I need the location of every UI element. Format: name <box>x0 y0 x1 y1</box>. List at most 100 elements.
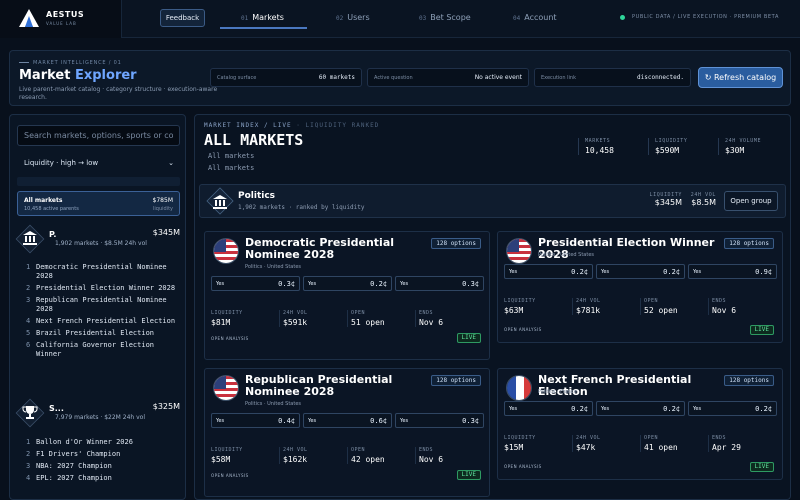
tab-users[interactable]: 02 Users <box>336 13 370 22</box>
market-card[interactable]: Democratic Presidential Nominee 2028 Pol… <box>204 231 490 360</box>
stat-liquidity: LIQUIDITY $590M <box>648 138 688 155</box>
list-item[interactable]: 2 Presidential Election Winner 2028 <box>26 284 176 293</box>
market-title[interactable]: Republican Presidential Nominee 2028 <box>245 374 427 398</box>
yes-price-button[interactable]: Yes 0.2¢ <box>596 264 685 279</box>
group-sub: 1,902 markets · $8.5M 24h vol <box>55 240 147 247</box>
open-analysis-link[interactable]: OPEN ANALYSIS <box>211 336 249 341</box>
status-text: PUBLIC DATA / LIVE EXECUTION · PREMIUM B… <box>632 14 779 20</box>
open-analysis-link[interactable]: OPEN ANALYSIS <box>504 327 542 332</box>
group-name: P. <box>49 230 57 239</box>
yes-label: Yes <box>601 405 610 412</box>
breadcrumb[interactable]: All markets <box>208 164 254 172</box>
yes-price-button[interactable]: Yes 0.4¢ <box>211 413 300 428</box>
stat-value: $15M <box>504 443 524 452</box>
list-item[interactable]: 2 F1 Drivers' Champion <box>26 450 176 459</box>
yes-price-button[interactable]: Yes 0.3¢ <box>211 276 300 291</box>
feedback-button[interactable]: Feedback <box>160 9 205 27</box>
list-item[interactable]: 3 Republican Presidential Nominee 2028 <box>26 296 176 314</box>
yes-price-button[interactable]: Yes 0.9¢ <box>688 264 777 279</box>
list-item-label: Presidential Election Winner 2028 <box>36 284 176 292</box>
all-markets-title: All markets <box>24 197 63 204</box>
trophy-icon <box>22 406 38 419</box>
stat-value: $81M <box>211 318 231 327</box>
tab-label: Markets <box>252 13 284 22</box>
market-index-panel: MARKET INDEX / LIVE · LIQUIDITY RANKED A… <box>194 114 791 500</box>
sidebar-divider <box>17 177 180 186</box>
page-description: Live parent-market catalog · category st… <box>19 86 218 101</box>
list-item[interactable]: 4 Next French Presidential Election <box>26 317 176 326</box>
yes-price-button[interactable]: Yes 0.3¢ <box>395 276 484 291</box>
list-item-label: F1 Drivers' Champion <box>36 450 121 458</box>
tab-number: 03 <box>419 15 427 22</box>
yes-price-button[interactable]: Yes 0.3¢ <box>395 413 484 428</box>
group-name: S... <box>49 404 64 413</box>
page-title-accent: Explorer <box>74 68 137 83</box>
yes-price-button[interactable]: Yes 0.2¢ <box>504 264 593 279</box>
list-item[interactable]: 6 California Governor Election Winner <box>26 341 176 359</box>
yes-price-button[interactable]: Yes 0.2¢ <box>596 401 685 416</box>
open-analysis-link[interactable]: OPEN ANALYSIS <box>504 464 542 469</box>
stat-label: OPEN <box>351 310 366 316</box>
sidebar-group-sports[interactable]: S... 7,979 markets · $22M 24h vol $325M <box>15 398 180 434</box>
list-item[interactable]: 4 EPL: 2027 Champion <box>26 474 176 483</box>
yes-label: Yes <box>216 280 225 287</box>
page-title-main: Market <box>19 68 71 83</box>
stat-label: LIQUIDITY <box>211 310 243 316</box>
yes-price: 0.2¢ <box>370 279 387 288</box>
yes-label: Yes <box>400 417 409 424</box>
open-analysis-link[interactable]: OPEN ANALYSIS <box>211 473 249 478</box>
list-item-label: Next French Presidential Election <box>36 317 176 325</box>
list-item[interactable]: 3 NBA: 2027 Champion <box>26 462 176 471</box>
group-name: Politics <box>238 191 276 201</box>
yes-price: 0.9¢ <box>755 267 772 276</box>
us-flag-icon <box>213 238 239 264</box>
market-card[interactable]: Republican Presidential Nominee 2028 Pol… <box>204 368 490 497</box>
meta-value: 60 markets <box>318 74 355 81</box>
market-title[interactable]: Democratic Presidential Nominee 2028 <box>245 237 427 261</box>
market-subtitle: Politics · United States <box>538 252 595 258</box>
yes-prices: Yes 0.2¢ Yes 0.2¢ Yes 0.2¢ <box>504 401 777 416</box>
market-subtitle: Politics · United States <box>245 264 302 270</box>
yes-price-button[interactable]: Yes 0.2¢ <box>303 276 392 291</box>
stat-label: ENDS <box>419 310 434 316</box>
list-item[interactable]: 5 Brazil Presidential Election <box>26 329 176 338</box>
refresh-catalog-button[interactable]: ↻ Refresh catalog <box>698 67 783 88</box>
breadcrumb[interactable]: All markets <box>208 152 254 160</box>
live-badge: LIVE <box>749 325 774 335</box>
yes-label: Yes <box>308 417 317 424</box>
yes-price: 0.4¢ <box>278 416 295 425</box>
options-badge: 128 options <box>431 238 481 249</box>
stat-value: $8.5M <box>691 198 716 207</box>
yes-price-button[interactable]: Yes 0.2¢ <box>504 401 593 416</box>
bank-icon <box>213 195 227 209</box>
list-item[interactable]: 1 Democratic Presidential Nominee 2028 <box>26 263 176 281</box>
market-card[interactable]: Presidential Election Winner 2028 Politi… <box>497 231 783 343</box>
stat-open: OPEN 42 open <box>347 447 415 464</box>
all-markets-card[interactable]: All markets 10,458 active parents $785M … <box>17 191 180 216</box>
sidebar-group-politics[interactable]: P. 1,902 markets · $8.5M 24h vol $345M <box>15 224 180 260</box>
open-group-button[interactable]: Open group <box>724 191 778 211</box>
yes-prices: Yes 0.2¢ Yes 0.2¢ Yes 0.9¢ <box>504 264 777 279</box>
brand[interactable]: AESTUS VALUE LAB <box>0 0 122 38</box>
group-market-list: 1 Democratic Presidential Nominee 2028 2P… <box>26 263 176 362</box>
tab-label: Account <box>524 13 557 22</box>
sort-select[interactable]: Liquidity · high → low ⌄ <box>17 154 180 172</box>
meta-label: Execution link <box>541 74 576 81</box>
market-subtitle: Politics · France <box>538 389 577 395</box>
tab-markets[interactable]: 01 Markets <box>241 13 284 22</box>
yes-price-button[interactable]: Yes 0.2¢ <box>688 401 777 416</box>
sidebar: Liquidity · high → low ⌄ All markets 10,… <box>9 114 186 500</box>
tab-account[interactable]: 04 Account <box>513 13 557 22</box>
tab-number: 02 <box>336 15 344 22</box>
yes-label: Yes <box>509 405 518 412</box>
active-tab-indicator <box>220 27 307 29</box>
top-nav: AESTUS VALUE LAB Feedback 01 Markets 02 Us… <box>0 0 800 38</box>
stat-value: Nov 6 <box>712 306 737 315</box>
yes-price-button[interactable]: Yes 0.6¢ <box>303 413 392 428</box>
market-card[interactable]: Next French Presidential Election Politi… <box>497 368 783 480</box>
yes-price: 0.6¢ <box>370 416 387 425</box>
search-input[interactable] <box>17 125 180 146</box>
list-item[interactable]: 1 Ballon d'Or Winner 2026 <box>26 438 176 447</box>
tab-bet-scope[interactable]: 03 Bet Scope <box>419 13 471 22</box>
active-question-box: Active question No active event <box>367 68 529 87</box>
